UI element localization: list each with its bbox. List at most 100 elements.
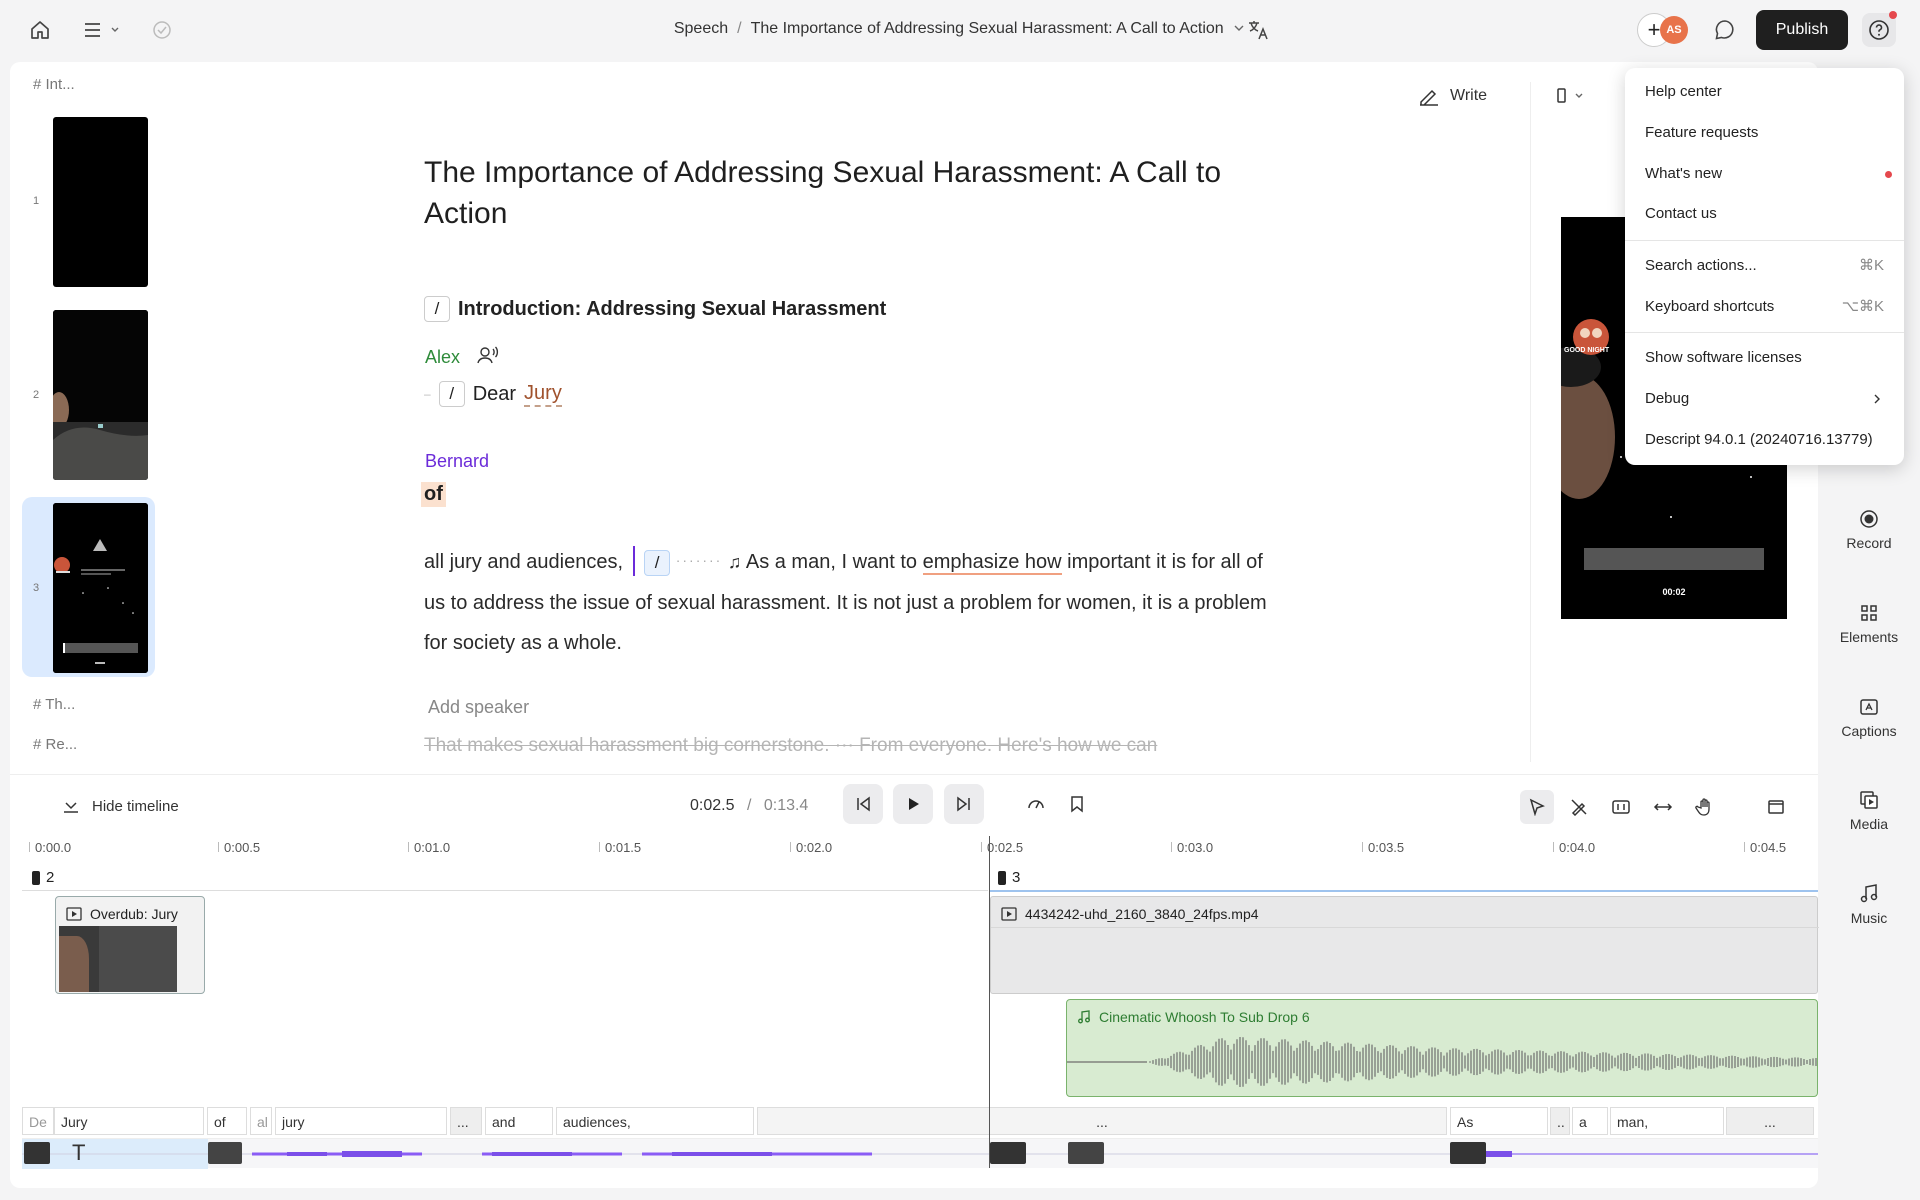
scene-thumbnail-1[interactable]	[53, 117, 148, 287]
menu-item-feature-requests[interactable]: Feature requests	[1625, 117, 1904, 149]
script-text[interactable]: all jury and audiences,	[424, 551, 623, 573]
avatar[interactable]: AS	[1660, 16, 1688, 44]
transcript-word-track: De Jury of al jury ... and audiences, ..…	[22, 1107, 1818, 1135]
audio-clip[interactable]: Cinematic Whoosh To Sub Drop 6	[1066, 999, 1818, 1097]
ignored-text[interactable]: That makes sexual harassment big corners…	[424, 735, 1157, 757]
word-block[interactable]: and	[485, 1107, 553, 1135]
menu-item-software-licenses[interactable]: Show software licenses	[1625, 342, 1904, 374]
playhead[interactable]	[989, 836, 990, 1168]
hide-timeline-button[interactable]: Hide timeline	[62, 797, 179, 815]
music-button[interactable]: Music	[1818, 883, 1920, 926]
scene-slash-marker[interactable]: /	[438, 381, 465, 407]
current-time: 0:02.5	[690, 797, 735, 814]
word-block[interactable]: As	[1450, 1107, 1548, 1135]
scene-label-re[interactable]: # Re...	[33, 736, 77, 753]
clip-thumb-mini	[208, 1142, 242, 1164]
video-clip[interactable]: 4434242-uhd_2160_3840_24fps.mp4	[990, 896, 1819, 994]
gap-tool-button[interactable]	[1604, 790, 1638, 824]
scene-label-the[interactable]: # Th...	[33, 696, 75, 713]
word-block[interactable]: a	[1572, 1107, 1608, 1135]
publish-button[interactable]: Publish	[1756, 10, 1848, 50]
timeline-scene-marker-2[interactable]: 2	[32, 869, 54, 886]
timeline-scene-marker-3[interactable]: 3	[998, 869, 1020, 886]
bookmark-button[interactable]	[1057, 784, 1097, 824]
skip-back-button[interactable]	[843, 784, 883, 824]
elements-label: Elements	[1839, 629, 1899, 645]
music-note-icon[interactable]: ♫	[728, 552, 742, 572]
menu-item-contact-us[interactable]: Contact us	[1625, 198, 1904, 230]
gap-marker: ·······	[675, 552, 723, 568]
menu-item-keyboard-shortcuts[interactable]: Keyboard shortcuts ⌥⌘K	[1625, 291, 1904, 323]
breadcrumb-project[interactable]: Speech	[674, 20, 728, 37]
word-dear[interactable]: Dear	[473, 383, 516, 406]
scene-slash-marker[interactable]: /	[644, 550, 671, 577]
captions-button[interactable]: Captions	[1818, 696, 1920, 739]
media-button[interactable]: Media	[1818, 789, 1920, 832]
menu-divider	[1625, 332, 1904, 333]
preview-caption: GOOD NIGHT	[1564, 347, 1610, 354]
menu-item-whats-new[interactable]: What's new	[1625, 158, 1904, 190]
word-of-selected[interactable]: of	[421, 482, 446, 507]
word-block[interactable]: of	[207, 1107, 247, 1135]
gap-marker: –	[424, 387, 431, 401]
select-tool-button[interactable]	[1520, 790, 1554, 824]
speaker-label-bernard[interactable]: Bernard	[425, 451, 489, 472]
hand-tool-button[interactable]	[1688, 790, 1722, 824]
breadcrumb-title[interactable]: The Importance of Addressing Sexual Hara…	[751, 20, 1224, 37]
clip-thumbnail	[59, 926, 177, 992]
scene-thumbnail-2[interactable]	[53, 310, 148, 480]
play-button[interactable]	[893, 784, 933, 824]
word-block[interactable]: Jury	[54, 1107, 204, 1135]
gap-block[interactable]: ...	[1726, 1107, 1814, 1135]
skip-forward-button[interactable]	[944, 784, 984, 824]
clip-thumb-mini	[1068, 1142, 1104, 1164]
word-block[interactable]: audiences,	[556, 1107, 754, 1135]
scene-slash-marker[interactable]: /	[424, 296, 450, 322]
playback-speed-button[interactable]	[1016, 784, 1056, 824]
ruler-tick: 0:01.0	[407, 840, 451, 855]
elements-button[interactable]: Elements	[1818, 602, 1920, 645]
document-title[interactable]: The Importance of Addressing Sexual Hara…	[424, 152, 1284, 234]
thumbnail-number: 3	[33, 582, 40, 594]
gap-block[interactable]: ...	[757, 1107, 1447, 1135]
write-mode-button[interactable]: Write	[1418, 82, 1487, 110]
home-icon[interactable]	[26, 16, 54, 44]
timeline-layout-button[interactable]	[1759, 790, 1793, 824]
aspect-ratio-selector[interactable]	[1552, 82, 1592, 110]
word-jury-overdub[interactable]: Jury	[524, 382, 562, 407]
script-text-flagged[interactable]: emphasize how	[922, 551, 1062, 575]
breadcrumb-separator: /	[737, 20, 742, 37]
translate-icon[interactable]	[1244, 16, 1272, 44]
menu-item-search-actions[interactable]: Search actions... ⌘K	[1625, 250, 1904, 282]
comments-icon[interactable]	[1711, 16, 1739, 44]
menu-item-version[interactable]: Descript 94.0.1 (20240716.13779)	[1625, 424, 1904, 456]
word-block[interactable]: man,	[1610, 1107, 1724, 1135]
stretch-tool-button[interactable]	[1646, 790, 1680, 824]
help-menu: Help center Feature requests What's new …	[1625, 68, 1904, 465]
ruler-tick: 0:02.0	[789, 840, 833, 855]
ai-speaker-icon[interactable]	[477, 345, 499, 365]
word-block[interactable]: al	[250, 1107, 272, 1135]
script-text[interactable]: As a man, I want to	[746, 551, 917, 573]
menu-divider	[1625, 240, 1904, 241]
record-button[interactable]: Record	[1818, 508, 1920, 551]
speaker-label-alex[interactable]: Alex	[425, 345, 499, 368]
scene-thumbnail-3[interactable]	[53, 503, 148, 673]
menu-icon[interactable]	[80, 16, 124, 44]
script-line-dear[interactable]: – / Dear Jury	[424, 381, 562, 407]
add-speaker-button[interactable]: Add speaker	[428, 697, 529, 718]
gap-block[interactable]: ...	[450, 1107, 482, 1135]
script-paragraph[interactable]: all jury and audiences, / ······· ♫ As a…	[424, 540, 1284, 664]
gap-block[interactable]: ..	[1550, 1107, 1570, 1135]
overdub-clip[interactable]: Overdub: Jury	[55, 896, 205, 994]
section-heading[interactable]: / Introduction: Addressing Sexual Harass…	[424, 296, 886, 322]
scene-label-intro[interactable]: # Int...	[33, 76, 75, 93]
timeline-ruler[interactable]: 0:00.0 0:00.5 0:01.0 0:01.5 0:02.0 0:02.…	[10, 836, 1818, 862]
word-block[interactable]: jury	[275, 1107, 447, 1135]
menu-item-help-center[interactable]: Help center	[1625, 76, 1904, 108]
scene-track-line-selected	[990, 890, 1818, 892]
blade-tool-button[interactable]	[1562, 790, 1596, 824]
menu-item-debug[interactable]: Debug	[1625, 383, 1904, 415]
word-block[interactable]: De	[22, 1107, 54, 1135]
audio-waveform	[1067, 1036, 1817, 1088]
